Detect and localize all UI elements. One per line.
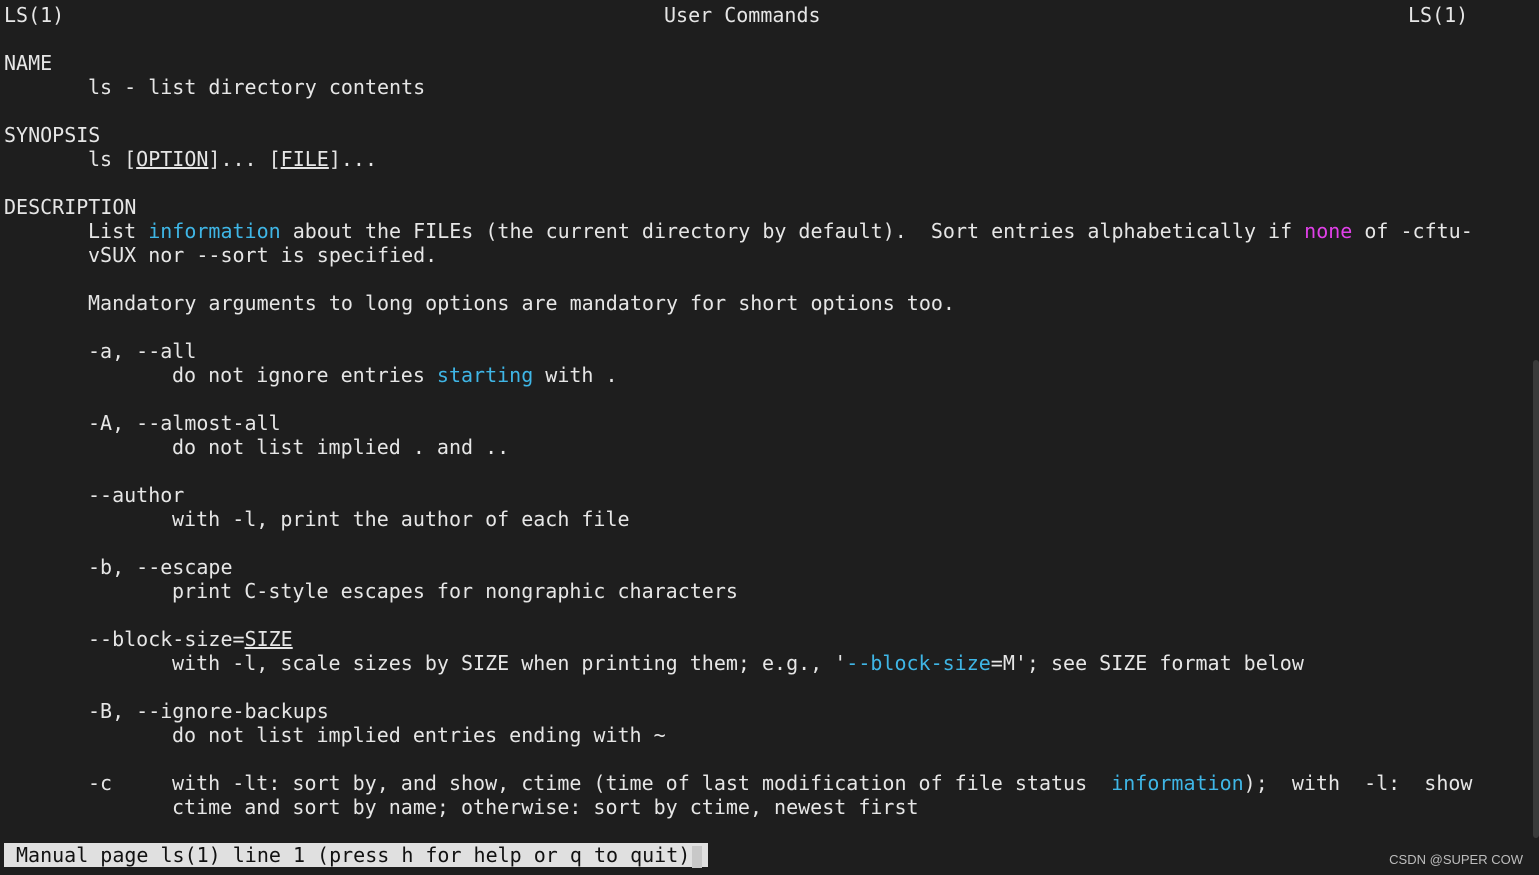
header-left: LS(1) [4, 3, 65, 27]
highlight-information: information [148, 219, 281, 243]
status-text: Manual page ls(1) line 1 (press h for he… [16, 843, 691, 867]
option-a-desc: do not ignore entries starting with . [172, 363, 618, 387]
option-B-desc: do not list implied entries ending with … [172, 723, 666, 747]
option-A-desc: do not list implied . and .. [172, 435, 510, 459]
option-B-flag: -B, --ignore-backups [88, 699, 329, 723]
option-a-flag: -a, --all [88, 339, 197, 363]
name-text: ls - list directory contents [88, 75, 426, 99]
watermark: CSDN @SUPER COW [1389, 852, 1523, 867]
option-c-desc-2: ctime and sort by name; otherwise: sort … [172, 795, 919, 819]
highlight-information-2: information [1111, 771, 1244, 795]
highlight-block-size: --block-size [846, 651, 991, 675]
option-placeholder: OPTION [136, 147, 209, 171]
pager-status-bar: Manual page ls(1) line 1 (press h for he… [4, 843, 709, 868]
option-author-flag: --author [88, 483, 185, 507]
scrollbar[interactable] [1533, 360, 1539, 838]
highlight-starting: starting [436, 363, 534, 387]
header-right: LS(1) [1408, 3, 1469, 27]
synopsis-heading: SYNOPSIS [4, 123, 101, 147]
option-A-flag: -A, --almost-all [88, 411, 281, 435]
description-line-1: List information about the FILEs (the cu… [88, 219, 1473, 243]
option-author-desc: with -l, print the author of each file [172, 507, 630, 531]
description-heading: DESCRIPTION [4, 195, 137, 219]
highlight-none: none [1304, 219, 1353, 243]
option-b-flag: -b, --escape [88, 555, 233, 579]
size-placeholder: SIZE [244, 627, 293, 651]
text-cursor [692, 845, 703, 868]
name-heading: NAME [4, 51, 53, 75]
description-line-2: vSUX nor --sort is specified. [88, 243, 438, 267]
option-c-flag: -c [88, 771, 113, 795]
header-title: User Commands [664, 3, 821, 27]
mandatory-note: Mandatory arguments to long options are … [88, 291, 955, 315]
synopsis-text: ls [OPTION]... [FILE]... [88, 147, 378, 171]
option-block-size-desc: with -l, scale sizes by SIZE when printi… [172, 651, 1304, 675]
option-block-size-flag: --block-size=SIZE [88, 627, 293, 651]
option-b-desc: print C-style escapes for nongraphic cha… [172, 579, 738, 603]
file-placeholder: FILE [280, 147, 329, 171]
option-c-desc-1: with -lt: sort by, and show, ctime (time… [172, 771, 1473, 795]
